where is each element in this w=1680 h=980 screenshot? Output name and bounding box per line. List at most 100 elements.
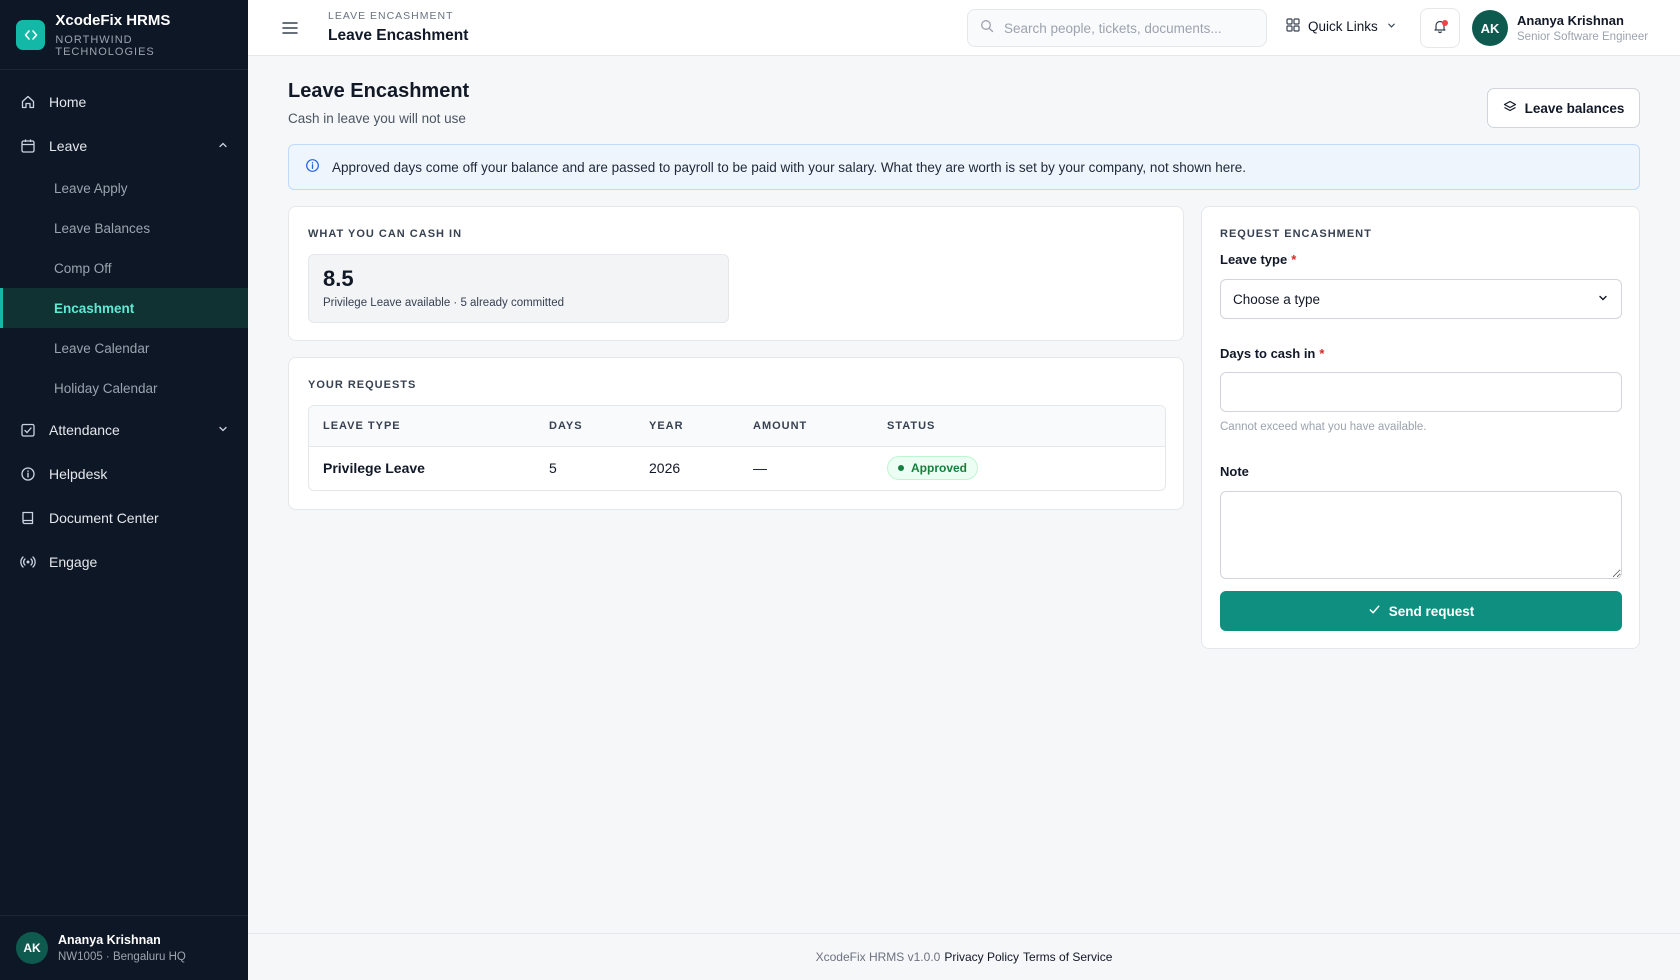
status-badge: Approved <box>887 456 979 481</box>
status-label: Approved <box>911 461 968 476</box>
sidebar-item-document-center[interactable]: Document Center <box>0 496 248 540</box>
days-input[interactable] <box>1220 372 1622 412</box>
search-box <box>967 9 1267 47</box>
avatar: AK <box>1472 10 1508 46</box>
sidebar-item-leave-balances[interactable]: Leave Balances <box>0 208 248 248</box>
sidebar-item-attendance[interactable]: Attendance <box>0 408 248 452</box>
breadcrumb-section: LEAVE ENCASHMENT <box>328 10 454 22</box>
cell-leave-type: Privilege Leave <box>323 460 425 477</box>
sidebar-item-label: Leave <box>49 138 88 154</box>
chevron-down-icon <box>1386 19 1397 34</box>
table-row: Privilege Leave 5 2026 — Approved <box>309 446 1165 490</box>
leave-balances-label: Leave balances <box>1524 100 1625 116</box>
leave-type-select[interactable]: Choose a type <box>1220 279 1622 319</box>
privacy-policy-link[interactable]: Privacy Policy <box>944 950 1019 964</box>
field-label-text: Note <box>1220 464 1249 479</box>
search-input[interactable] <box>1004 20 1234 36</box>
sidebar-item-encashment[interactable]: Encashment <box>0 288 248 328</box>
notification-dot <box>1442 20 1448 26</box>
available-description: Privilege Leave available · 5 already co… <box>323 297 564 309</box>
leave-type-label: Leave type * <box>1220 252 1296 267</box>
send-request-button[interactable]: Send request <box>1220 591 1622 631</box>
top-header: LEAVE ENCASHMENT Leave Encashment Quick … <box>248 0 1680 56</box>
search-icon <box>980 19 994 38</box>
notice-text: Approved days come off your balance and … <box>332 159 1246 175</box>
section-label: YOUR REQUESTS <box>308 379 417 391</box>
required-mark: * <box>1319 346 1325 361</box>
header-user-role: Senior Software Engineer <box>1517 31 1649 43</box>
sidebar-item-label: Attendance <box>49 422 120 438</box>
page-subtitle: Cash in leave you will not use <box>288 111 466 126</box>
table-header-row: LEAVE TYPE DAYS YEAR AMOUNT STATUS <box>309 406 1165 447</box>
info-circle-icon <box>19 465 37 483</box>
section-label: WHAT YOU CAN CASH IN <box>308 228 463 240</box>
code-icon <box>16 19 46 50</box>
user-menu[interactable]: AK Ananya Krishnan Senior Software Engin… <box>1472 10 1648 46</box>
sidebar: XcodeFix HRMS NORTHWIND TECHNOLOGIES Hom… <box>0 0 248 980</box>
column-header: LEAVE TYPE <box>309 406 535 447</box>
column-header: AMOUNT <box>739 406 873 447</box>
quick-links-button[interactable]: Quick Links <box>1286 18 1397 35</box>
quick-links-label: Quick Links <box>1308 19 1378 34</box>
info-icon <box>305 158 320 176</box>
note-textarea[interactable] <box>1220 491 1622 579</box>
terms-of-service-link[interactable]: Terms of Service <box>1023 950 1112 964</box>
menu-icon[interactable] <box>280 18 300 38</box>
note-label: Note <box>1220 464 1249 479</box>
header-title: Leave Encashment <box>328 27 469 44</box>
days-label: Days to cash in * <box>1220 346 1324 361</box>
leave-balances-button[interactable]: Leave balances <box>1487 88 1640 128</box>
layers-icon <box>1503 100 1517 117</box>
chevron-down-icon <box>217 422 229 438</box>
book-icon <box>19 509 37 527</box>
sidebar-item-leave-apply[interactable]: Leave Apply <box>0 168 248 208</box>
column-header: YEAR <box>635 406 739 447</box>
cash-in-card: WHAT YOU CAN CASH IN 8.5 Privilege Leave… <box>288 206 1184 341</box>
page-title: Leave Encashment <box>288 80 470 102</box>
footer-version: XcodeFix HRMS v1.0.0 <box>815 950 941 964</box>
cell-year: 2026 <box>649 460 681 477</box>
requests-table: LEAVE TYPE DAYS YEAR AMOUNT STATUS Privi… <box>308 405 1166 491</box>
check-icon <box>1368 603 1381 619</box>
sidebar-nav: Home Leave Leave Apply Leave Balances Co… <box>0 70 248 584</box>
grid-icon <box>1286 18 1300 35</box>
field-label-text: Leave type <box>1220 252 1288 267</box>
required-mark: * <box>1291 252 1297 267</box>
cell-amount: — <box>753 460 767 477</box>
cell-days: 5 <box>549 460 557 477</box>
available-days: 8.5 <box>323 266 354 291</box>
sidebar-item-holiday-calendar[interactable]: Holiday Calendar <box>0 368 248 408</box>
broadcast-icon <box>19 553 37 571</box>
days-hint: Cannot exceed what you have available. <box>1220 421 1427 433</box>
header-user-name: Ananya Krishnan <box>1517 13 1624 28</box>
sidebar-item-comp-off[interactable]: Comp Off <box>0 248 248 288</box>
footer: XcodeFix HRMS v1.0.0 Privacy Policy Term… <box>248 933 1680 980</box>
chevron-up-icon <box>217 138 229 154</box>
sidebar-item-leave-calendar[interactable]: Leave Calendar <box>0 328 248 368</box>
sidebar-item-engage[interactable]: Engage <box>0 540 248 584</box>
leave-type-value: Choose a type <box>1233 291 1321 307</box>
sidebar-item-label: Helpdesk <box>49 466 108 482</box>
brand-org: NORTHWIND TECHNOLOGIES <box>55 33 155 58</box>
request-form-card: REQUEST ENCASHMENT Leave type * Choose a … <box>1201 206 1640 649</box>
sidebar-item-helpdesk[interactable]: Helpdesk <box>0 452 248 496</box>
field-label-text: Days to cash in <box>1220 346 1316 361</box>
sidebar-user[interactable]: AK Ananya Krishnan NW1005 · Bengaluru HQ <box>0 915 248 980</box>
breadcrumb: LEAVE ENCASHMENT Leave Encashment <box>328 10 468 45</box>
available-balance: 8.5 Privilege Leave available · 5 alread… <box>308 254 729 323</box>
sidebar-item-leave[interactable]: Leave <box>0 124 248 168</box>
avatar: AK <box>16 932 48 964</box>
chevron-down-icon <box>1597 292 1609 307</box>
cell-status: Approved <box>873 446 1165 490</box>
calendar-icon <box>19 137 37 155</box>
sidebar-item-label: Document Center <box>49 510 159 526</box>
column-header: DAYS <box>535 406 635 447</box>
sidebar-item-label: Engage <box>49 554 98 570</box>
sidebar-item-home[interactable]: Home <box>0 80 248 124</box>
info-notice: Approved days come off your balance and … <box>288 144 1640 190</box>
brand[interactable]: XcodeFix HRMS NORTHWIND TECHNOLOGIES <box>0 0 248 70</box>
send-request-label: Send request <box>1388 603 1475 619</box>
sidebar-item-label: Home <box>49 94 87 110</box>
column-header: STATUS <box>873 406 1165 447</box>
notifications-button[interactable] <box>1420 8 1460 48</box>
